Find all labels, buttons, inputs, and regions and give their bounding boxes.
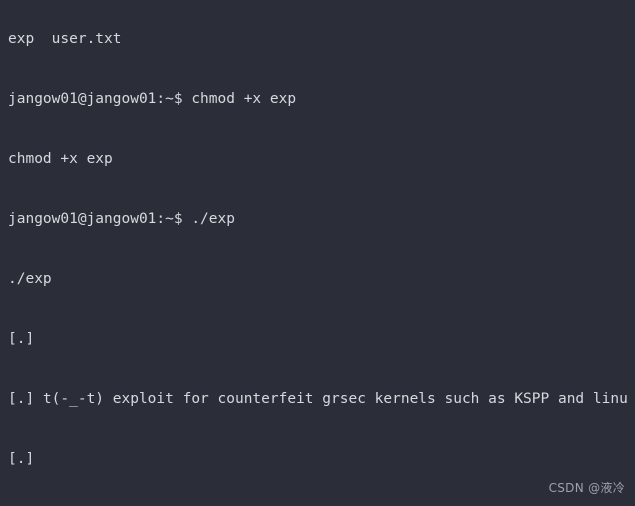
terminal-line: jangow01@jangow01:~$ chmod +x exp (8, 91, 297, 107)
terminal-line: [.] t(-_-t) exploit for counterfeit grse… (8, 391, 628, 407)
terminal-line: chmod +x exp (8, 151, 113, 167)
terminal-line: exp user.txt (8, 31, 122, 47)
terminal-output: exp user.txt jangow01@jangow01:~$ chmod … (8, 0, 635, 506)
terminal-window[interactable]: exp user.txt jangow01@jangow01:~$ chmod … (0, 0, 635, 506)
terminal-line: [.] (8, 331, 35, 347)
terminal-line: jangow01@jangow01:~$ ./exp (8, 211, 235, 227)
csdn-watermark: CSDN @液冷 (548, 481, 625, 495)
terminal-line: [.] (8, 451, 35, 467)
terminal-line: ./exp (8, 271, 52, 287)
